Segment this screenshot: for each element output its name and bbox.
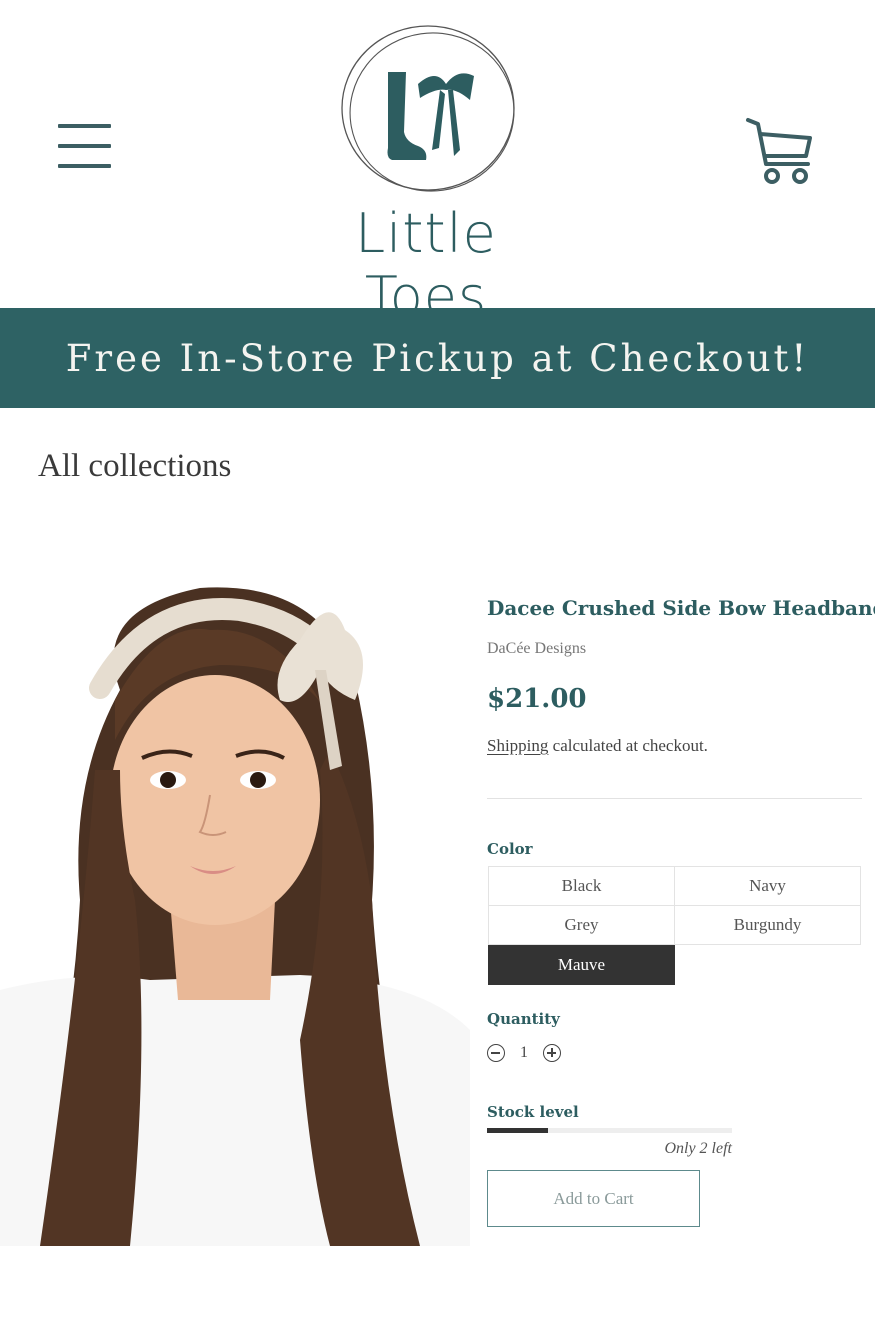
add-to-cart-button[interactable]: Add to Cart — [487, 1170, 700, 1227]
logo-emblem-icon — [341, 25, 515, 192]
stock-level-fill — [487, 1128, 549, 1133]
shipping-link[interactable]: Shipping — [487, 736, 548, 755]
shipping-note: Shipping calculated at checkout. — [487, 736, 708, 756]
color-option-navy[interactable]: Navy — [674, 866, 861, 906]
product-price: $21.00 — [487, 684, 587, 714]
stock-note: Only 2 left — [664, 1140, 732, 1157]
shipping-note-text: calculated at checkout. — [548, 736, 708, 755]
menu-bar — [58, 164, 111, 168]
minus-icon[interactable] — [487, 1044, 505, 1062]
quantity-stepper: 1 — [487, 1044, 561, 1062]
menu-bar — [58, 124, 111, 128]
hamburger-menu-icon[interactable] — [56, 122, 114, 174]
plus-icon[interactable] — [543, 1044, 561, 1062]
promo-banner: Free In-Store Pickup at Checkout! — [0, 308, 875, 408]
promo-banner-text: Free In-Store Pickup at Checkout! — [65, 336, 810, 380]
menu-bar — [58, 144, 111, 148]
stock-level-bar — [487, 1128, 732, 1133]
quantity-label: Quantity — [487, 1010, 560, 1028]
color-label: Color — [487, 840, 533, 858]
product-vendor: DaCée Designs — [487, 640, 587, 657]
color-option-grey[interactable]: Grey — [488, 905, 675, 945]
color-option-burgundy[interactable]: Burgundy — [674, 905, 861, 945]
breadcrumb-all-collections[interactable]: All collections — [38, 448, 231, 485]
divider — [487, 798, 862, 799]
shopping-cart-icon[interactable] — [740, 112, 820, 192]
quantity-value[interactable]: 1 — [505, 1044, 543, 1062]
store-logo[interactable]: Little Toes — [286, 24, 586, 328]
color-option-mauve[interactable]: Mauve — [488, 945, 675, 985]
product-image[interactable] — [0, 570, 470, 1246]
site-header: Little Toes — [0, 0, 875, 328]
product-title: Dacee Crushed Side Bow Headband — [487, 596, 875, 620]
color-option-black[interactable]: Black — [488, 866, 675, 906]
stock-level-label: Stock level — [487, 1103, 579, 1121]
